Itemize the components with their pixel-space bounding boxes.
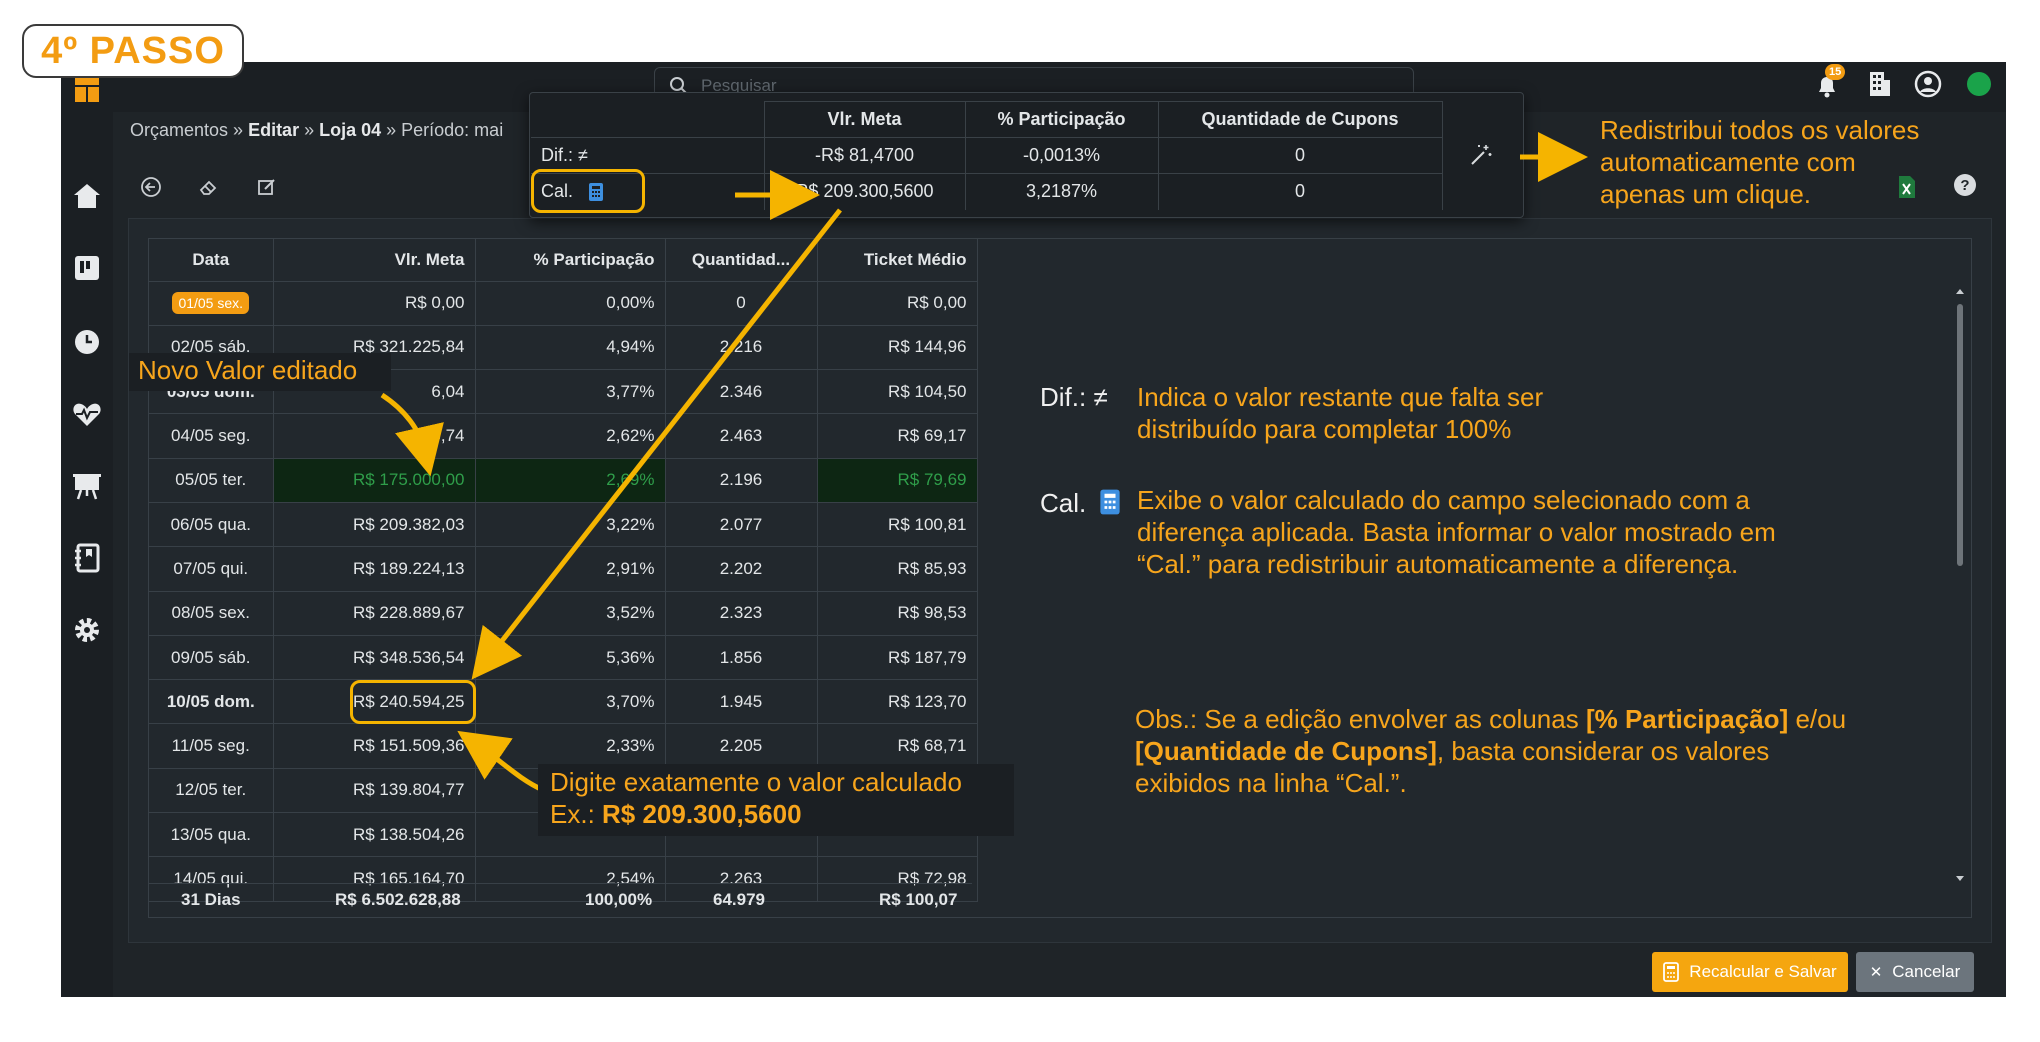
dif-legend-label: Dif.: ≠ bbox=[1040, 382, 1108, 412]
dif-legend-text: Indica o valor restante que falta ser di… bbox=[1137, 381, 1543, 445]
arrow-cal-to-cell bbox=[471, 208, 842, 680]
obs-bold2: [Quantidade de Cupons] bbox=[1135, 736, 1437, 766]
cal-legend-text: Exibe o valor calculado do campo selecio… bbox=[1137, 484, 1776, 580]
arrow-novo-valor bbox=[380, 392, 444, 477]
arrow-digite bbox=[457, 730, 545, 793]
dif-text-line: distribuído para completar 100% bbox=[1137, 414, 1512, 444]
digite-note: Digite exatamente o valor calculado Ex.:… bbox=[550, 766, 962, 830]
obs-line3: exibidos na linha “Cal.”. bbox=[1135, 768, 1407, 798]
cal-text-line: “Cal.” para redistribuir automaticamente… bbox=[1137, 549, 1739, 579]
digite-line1: Digite exatamente o valor calculado bbox=[550, 767, 962, 797]
obs-rest: , basta considerar os valores bbox=[1436, 736, 1770, 766]
redistribute-line: Redistribui todos os valores bbox=[1600, 115, 1920, 145]
cal-text-line: Exibe o valor calculado do campo selecio… bbox=[1137, 485, 1750, 515]
cal-text-line: diferença aplicada. Basta informar o val… bbox=[1137, 517, 1776, 547]
calculator-icon bbox=[1100, 489, 1120, 515]
dif-text-line: Indica o valor restante que falta ser bbox=[1137, 382, 1544, 412]
obs-note: Obs.: Se a edição envolver as colunas [%… bbox=[1135, 703, 1846, 799]
digite-ex-prefix: Ex.: bbox=[550, 799, 603, 829]
obs-bold1: [% Participação] bbox=[1585, 704, 1789, 734]
redistribute-line: apenas um clique. bbox=[1600, 179, 1812, 209]
digite-ex-value: R$ 209.300,5600 bbox=[602, 799, 802, 829]
novo-valor-note: Novo Valor editado bbox=[138, 355, 358, 385]
redistribute-note: Redistribui todos os valores automaticam… bbox=[1600, 114, 1919, 210]
obs-mid: e/ou bbox=[1788, 704, 1847, 734]
obs-prefix: Obs.: Se a edição envolver as colunas bbox=[1135, 704, 1586, 734]
cal-legend-label: Cal. bbox=[1040, 488, 1087, 518]
redistribute-line: automaticamente com bbox=[1600, 147, 1856, 177]
